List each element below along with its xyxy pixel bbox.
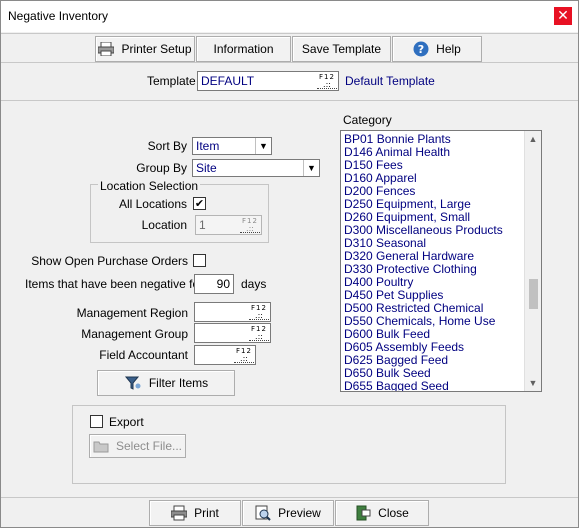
negative-days-value: 90 (216, 277, 230, 291)
negative-inventory-window: Negative Inventory ✕ Printer Setup Infor… (0, 0, 579, 528)
location-lookup-icon[interactable]: F12.:: (240, 217, 260, 233)
all-locations-checkbox[interactable]: ✔ (193, 197, 206, 210)
sort-by-select[interactable]: Item ▼ (192, 137, 272, 155)
group-by-label: Group By (136, 161, 187, 175)
management-region-input[interactable]: F12.:: (194, 302, 271, 322)
management-region-label: Management Region (76, 306, 188, 320)
folder-icon (93, 441, 109, 453)
show-open-po-checkbox[interactable] (193, 254, 206, 267)
print-button[interactable]: Print (149, 500, 241, 526)
management-group-label: Management Group (81, 327, 188, 341)
filter-items-button[interactable]: Filter Items (97, 370, 235, 396)
help-button[interactable]: ? Help (392, 36, 482, 62)
category-items: BP01 Bonnie Plants D146 Animal Health D150… (341, 131, 541, 392)
save-template-label: Save Template (301, 42, 382, 56)
help-label: Help (436, 42, 461, 56)
information-button[interactable]: Information (196, 36, 291, 62)
printer-setup-button[interactable]: Printer Setup (95, 36, 195, 62)
save-template-button[interactable]: Save Template (292, 36, 391, 62)
preview-icon (255, 505, 271, 521)
template-input[interactable]: DEFAULT F12.:: (197, 71, 339, 91)
export-checkbox[interactable] (90, 415, 103, 428)
exit-icon (356, 505, 371, 521)
location-value: 1 (199, 218, 206, 232)
category-label: Category (343, 113, 392, 127)
print-icon (171, 505, 188, 521)
close-label: Close (378, 506, 409, 520)
preview-label: Preview (278, 506, 321, 520)
divider (1, 100, 578, 101)
field-accountant-input[interactable]: F12.:: (194, 345, 256, 365)
category-scrollbar[interactable]: ▲ ▼ (524, 131, 541, 391)
scroll-down-icon[interactable]: ▼ (525, 375, 541, 391)
sort-by-value: Item (196, 139, 220, 153)
management-group-input[interactable]: F12.:: (194, 323, 271, 343)
negative-days-input[interactable]: 90 (194, 274, 234, 294)
all-locations-label: All Locations (118, 197, 187, 211)
template-label: Template (147, 74, 196, 88)
title-bar: Negative Inventory ✕ (1, 1, 578, 32)
chevron-down-icon: ▼ (255, 138, 271, 154)
footer-divider (1, 497, 578, 498)
select-file-label: Select File... (115, 439, 183, 453)
show-open-po-label: Show Open Purchase Orders (31, 254, 188, 268)
export-label: Export (109, 415, 144, 429)
filter-icon (124, 376, 141, 390)
negative-for-label: Items that have been negative for (25, 277, 204, 291)
template-lookup-icon[interactable]: F12.:: (317, 73, 337, 89)
scroll-thumb[interactable] (529, 279, 538, 309)
field-accountant-label: Field Accountant (99, 348, 188, 362)
category-list-item[interactable]: D655 Bagged Seed (341, 380, 541, 392)
chevron-down-icon: ▼ (303, 160, 319, 176)
preview-button[interactable]: Preview (242, 500, 334, 526)
location-label: Location (141, 218, 187, 232)
window-title: Negative Inventory (8, 9, 109, 23)
printer-setup-label: Printer Setup (121, 42, 192, 56)
sort-by-label: Sort By (147, 139, 187, 153)
location-selection-label: Location Selection (98, 179, 201, 193)
printer-icon (98, 42, 115, 56)
help-icon: ? (413, 41, 429, 57)
print-label: Print (194, 506, 219, 520)
toolbar: Printer Setup Information Save Template … (1, 33, 578, 63)
negative-days-unit: days (241, 277, 267, 291)
management-region-lookup-icon[interactable]: F12.:: (249, 304, 269, 320)
group-by-value: Site (196, 161, 217, 175)
select-file-button[interactable]: Select File... (89, 434, 186, 458)
filter-items-label: Filter Items (148, 376, 209, 390)
group-by-select[interactable]: Site ▼ (192, 159, 320, 177)
template-value: DEFAULT (201, 74, 255, 88)
scroll-up-icon[interactable]: ▲ (525, 131, 541, 147)
close-button[interactable]: Close (335, 500, 429, 526)
close-window-button[interactable]: ✕ (554, 7, 572, 25)
management-group-lookup-icon[interactable]: F12.:: (249, 325, 269, 341)
category-listbox[interactable]: BP01 Bonnie Plants D146 Animal Health D150… (340, 130, 542, 392)
field-accountant-lookup-icon[interactable]: F12.:: (234, 347, 254, 363)
location-input[interactable]: 1 F12.:: (195, 215, 262, 235)
template-description: Default Template (345, 74, 435, 88)
information-label: Information (213, 42, 274, 56)
svg-text:?: ? (418, 43, 424, 56)
